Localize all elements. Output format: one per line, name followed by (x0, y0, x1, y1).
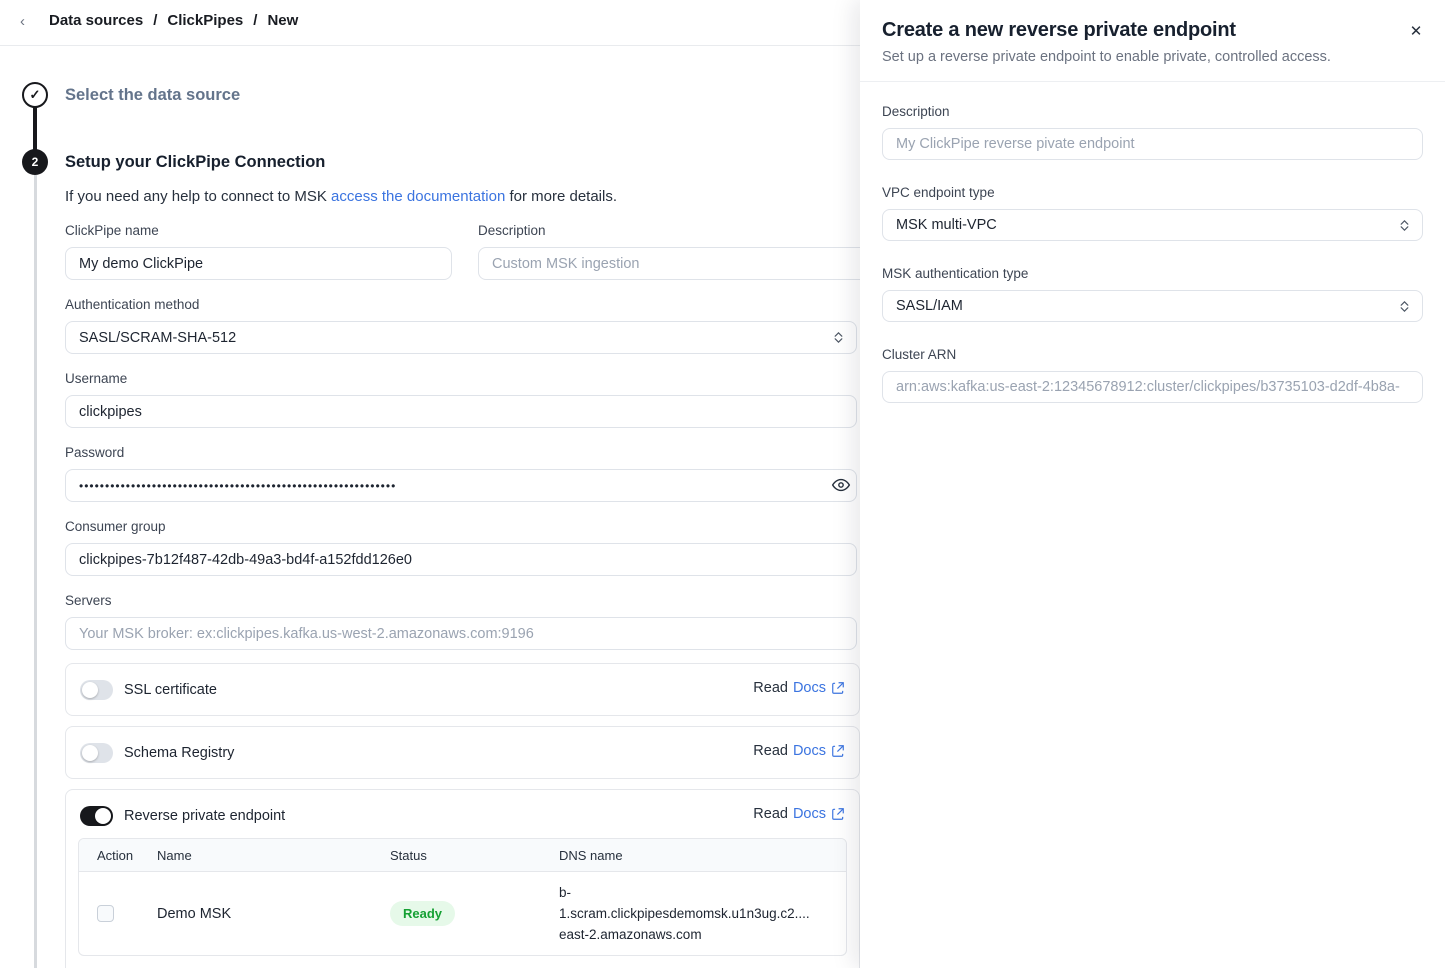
help-prefix: If you need any help to connect to MSK (65, 188, 331, 205)
back-chevron-icon[interactable]: ‹ (20, 13, 25, 30)
endpoint-name: Demo MSK (157, 906, 390, 922)
step1-title: Select the data source (65, 86, 240, 105)
endpoint-dns-name: b- 1.scram.clickpipesdemomsk.u1n3ug.c2..… (559, 872, 846, 955)
msk-auth-type-label: MSK authentication type (882, 266, 1423, 281)
reverse-private-endpoint-label: Reverse private endpoint (124, 808, 285, 824)
stepper-connector-gray (34, 175, 37, 968)
create-reverse-endpoint-panel: Create a new reverse private endpoint Se… (860, 0, 1445, 968)
password-label: Password (65, 445, 124, 460)
breadcrumb-separator: / (253, 12, 257, 29)
breadcrumb-separator: / (153, 12, 157, 29)
breadcrumb-item-clickpipes[interactable]: ClickPipes (167, 12, 243, 29)
msk-auth-type-select[interactable]: SASL/IAM (882, 290, 1423, 322)
schema-registry-card: Schema Registry Read Docs (65, 726, 860, 779)
external-link-icon[interactable] (831, 807, 845, 821)
column-header-status: Status (390, 848, 559, 863)
schema-registry-toggle[interactable] (80, 743, 113, 763)
consumer-group-label: Consumer group (65, 519, 166, 534)
reverse-private-endpoint-toggle[interactable] (80, 806, 113, 826)
step2-circle: 2 (22, 149, 48, 175)
documentation-link[interactable]: access the documentation (331, 188, 505, 205)
description-label: Description (478, 223, 546, 238)
column-header-dns-name: DNS name (559, 848, 846, 863)
endpoints-table-header: Action Name Status DNS name (79, 839, 846, 872)
servers-input[interactable] (65, 617, 857, 650)
chevron-updown-icon (1400, 301, 1409, 312)
panel-subtitle: Set up a reverse private endpoint to ena… (882, 49, 1423, 65)
chevron-updown-icon (834, 332, 843, 343)
ssl-certificate-card: SSL certificate Read Docs (65, 663, 860, 716)
schema-registry-label: Schema Registry (124, 745, 234, 761)
reverse-endpoint-docs-link[interactable]: Docs (793, 806, 826, 822)
dns-line: 1.scram.clickpipesdemomsk.u1n3ug.c2.... (559, 903, 838, 924)
ssl-docs-link[interactable]: Docs (793, 680, 826, 696)
help-suffix: for more details. (505, 188, 617, 205)
breadcrumb-item-new[interactable]: New (267, 12, 298, 29)
servers-label: Servers (65, 593, 112, 608)
step2-title: Setup your ClickPipe Connection (65, 153, 325, 172)
column-header-action: Action (79, 848, 157, 863)
description-input[interactable] (478, 247, 868, 280)
msk-auth-type-value: SASL/IAM (896, 298, 963, 314)
username-label: Username (65, 371, 127, 386)
dns-line: b- (559, 882, 838, 903)
password-input[interactable] (65, 469, 857, 502)
dns-line: east-2.amazonaws.com (559, 924, 838, 945)
help-text: If you need any help to connect to MSK a… (65, 188, 617, 205)
table-row: Demo MSK Ready b- 1.scram.clickpipesdemo… (79, 872, 846, 955)
endpoints-table: Action Name Status DNS name Demo MSK Rea… (78, 838, 847, 956)
show-password-eye-icon[interactable] (830, 475, 852, 497)
read-label: Read (753, 806, 788, 822)
clickpipe-name-label: ClickPipe name (65, 223, 159, 238)
panel-description-label: Description (882, 104, 1423, 119)
ssl-certificate-toggle[interactable] (80, 680, 113, 700)
external-link-icon[interactable] (831, 744, 845, 758)
clickpipe-name-input[interactable] (65, 247, 452, 280)
external-link-icon[interactable] (831, 681, 845, 695)
step2-number: 2 (32, 155, 39, 169)
column-header-name: Name (157, 848, 390, 863)
close-icon[interactable]: ✕ (1407, 23, 1425, 41)
chevron-updown-icon (1400, 220, 1409, 231)
panel-title: Create a new reverse private endpoint (882, 19, 1423, 42)
read-label: Read (753, 680, 788, 696)
auth-method-value: SASL/SCRAM-SHA-512 (79, 330, 236, 346)
cluster-arn-input[interactable] (882, 371, 1423, 403)
panel-body: Description VPC endpoint type MSK multi-… (860, 82, 1445, 450)
auth-method-label: Authentication method (65, 297, 199, 312)
cluster-arn-label: Cluster ARN (882, 347, 1423, 362)
vpc-endpoint-type-value: MSK multi-VPC (896, 217, 997, 233)
panel-description-input[interactable] (882, 128, 1423, 160)
stepper-connector-dark (33, 106, 37, 151)
read-label: Read (753, 743, 788, 759)
vpc-endpoint-type-label: VPC endpoint type (882, 185, 1423, 200)
username-input[interactable] (65, 395, 857, 428)
row-checkbox[interactable] (97, 905, 114, 922)
check-icon: ✓ (30, 87, 41, 103)
vpc-endpoint-type-select[interactable]: MSK multi-VPC (882, 209, 1423, 241)
breadcrumb: Data sources / ClickPipes / New (49, 12, 298, 29)
panel-header: Create a new reverse private endpoint Se… (860, 0, 1445, 82)
breadcrumb-item-data-sources[interactable]: Data sources (49, 12, 143, 29)
consumer-group-input[interactable] (65, 543, 857, 576)
schema-docs-link[interactable]: Docs (793, 743, 826, 759)
ssl-certificate-label: SSL certificate (124, 682, 217, 698)
status-badge: Ready (390, 901, 455, 926)
auth-method-select[interactable]: SASL/SCRAM-SHA-512 (65, 321, 857, 354)
step1-check-circle: ✓ (22, 82, 48, 108)
clickpipes-setup-page: ‹ Data sources / ClickPipes / New ✓ 2 Se… (0, 0, 1445, 968)
